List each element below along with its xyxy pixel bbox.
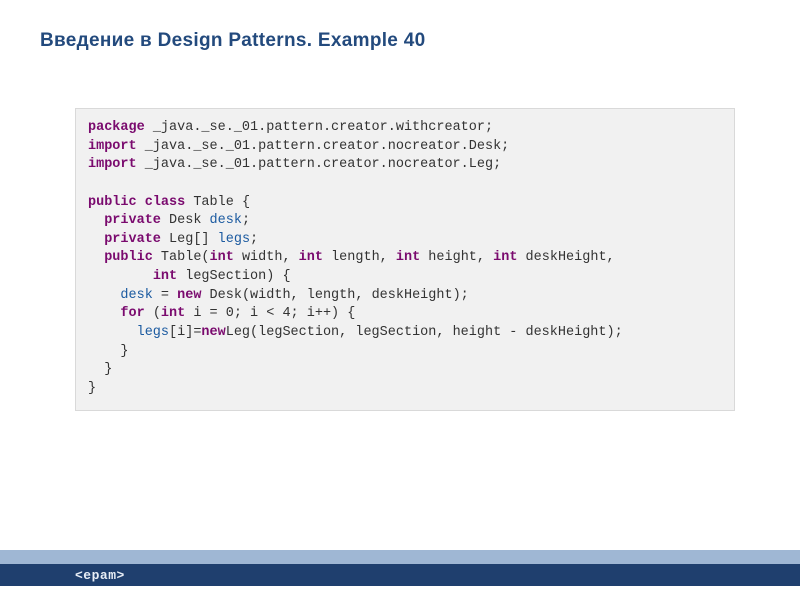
footer: <epam>: [0, 550, 800, 586]
footer-bar-light: [0, 550, 800, 564]
slide: Введение в Design Patterns. Example 40 p…: [0, 0, 800, 600]
code-content: package _java._se._01.pattern.creator.wi…: [88, 119, 722, 398]
footer-bar-dark: <epam>: [0, 564, 800, 586]
slide-title: Введение в Design Patterns. Example 40: [40, 30, 425, 52]
brand-logo: <epam>: [75, 568, 125, 583]
code-block: package _java._se._01.pattern.creator.wi…: [75, 108, 735, 411]
